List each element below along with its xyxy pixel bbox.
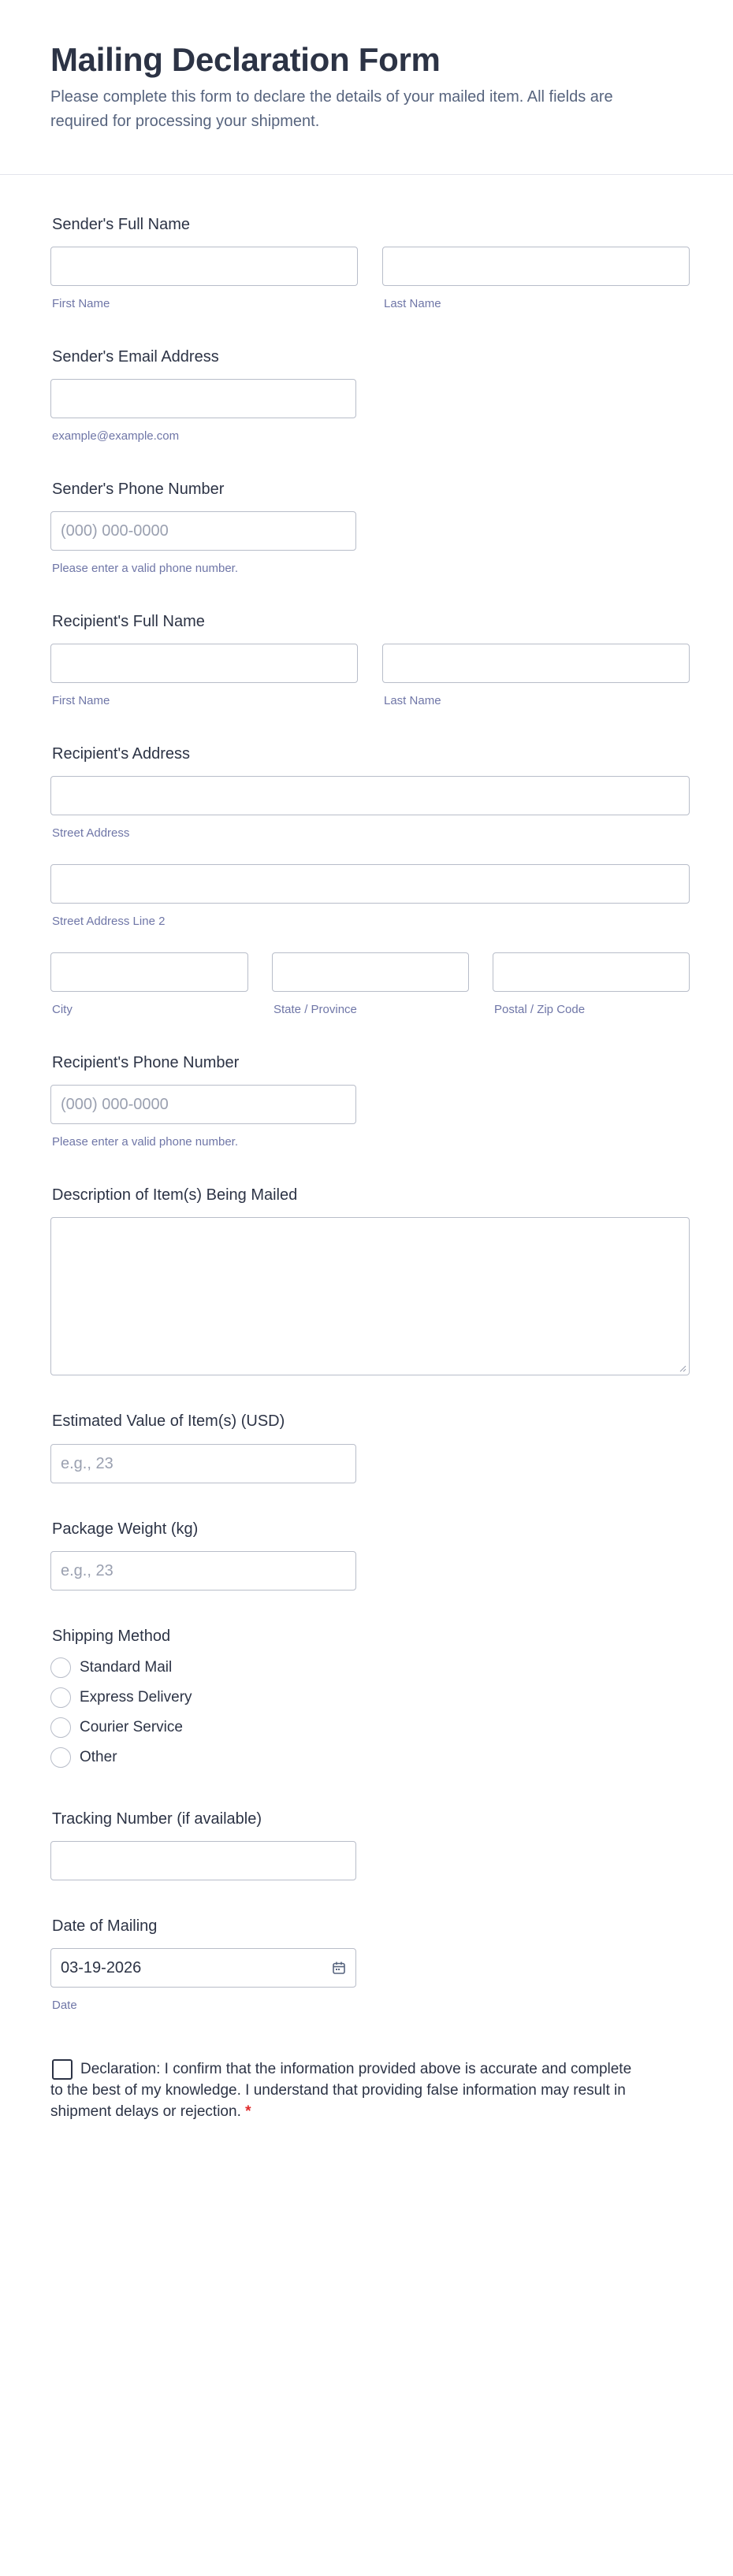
date-of-mailing-label: Date of Mailing — [52, 1917, 158, 1935]
sender-email-label: Sender's Email Address — [52, 348, 219, 366]
city-input[interactable] — [50, 952, 248, 992]
declaration-text-block: Declaration: I confirm that the informat… — [50, 2058, 634, 2122]
sender-email-sublabel: example@example.com — [52, 429, 180, 443]
shipping-method-label: Shipping Method — [52, 1628, 171, 1645]
recipient-last-name-sublabel: Last Name — [384, 694, 441, 707]
date-of-mailing-input[interactable]: 03-19-2026 — [50, 1948, 356, 1988]
street-address-input[interactable] — [50, 776, 690, 815]
sender-phone-label: Sender's Phone Number — [52, 481, 225, 498]
declaration-text: Declaration: I confirm that the informat… — [50, 2061, 632, 2120]
sender-first-name-input[interactable] — [50, 247, 358, 286]
sender-last-name-input[interactable] — [382, 247, 690, 286]
package-weight-label: Package Weight (kg) — [52, 1520, 199, 1538]
recipient-phone-label: Recipient's Phone Number — [52, 1054, 240, 1071]
state-input[interactable] — [272, 952, 469, 992]
radio-other-label: Other — [80, 1749, 117, 1765]
recipient-address-label: Recipient's Address — [52, 745, 191, 763]
state-sublabel: State / Province — [273, 1003, 357, 1016]
recipient-first-name-sublabel: First Name — [52, 694, 110, 707]
sender-name-label: Sender's Full Name — [52, 216, 190, 233]
street-address-sublabel: Street Address — [52, 826, 130, 840]
radio-standard-label: Standard Mail — [80, 1659, 173, 1676]
sender-phone-input[interactable]: (000) 000-0000 — [50, 511, 356, 551]
street-address-line2-sublabel: Street Address Line 2 — [52, 915, 166, 928]
description-textarea[interactable] — [50, 1217, 690, 1375]
package-weight-input[interactable]: e.g., 23 — [50, 1551, 356, 1591]
zip-input[interactable] — [493, 952, 690, 992]
recipient-phone-input[interactable]: (000) 000-0000 — [50, 1085, 356, 1124]
date-sublabel: Date — [52, 1999, 77, 2012]
recipient-phone-sublabel: Please enter a valid phone number. — [52, 1135, 238, 1149]
sender-email-input[interactable] — [50, 379, 356, 418]
recipient-name-label: Recipient's Full Name — [52, 613, 205, 630]
radio-express[interactable] — [50, 1687, 71, 1708]
tracking-number-input[interactable] — [50, 1841, 356, 1880]
required-asterisk: * — [245, 2103, 251, 2120]
radio-express-label: Express Delivery — [80, 1689, 192, 1706]
calendar-icon[interactable] — [332, 1961, 346, 1975]
zip-sublabel: Postal / Zip Code — [494, 1003, 586, 1016]
package-weight-placeholder: e.g., 23 — [61, 1561, 113, 1579]
estimated-value-input[interactable]: e.g., 23 — [50, 1444, 356, 1483]
recipient-last-name-input[interactable] — [382, 644, 690, 683]
radio-courier-label: Courier Service — [80, 1719, 183, 1735]
radio-courier[interactable] — [50, 1717, 71, 1738]
radio-standard[interactable] — [50, 1657, 71, 1678]
form-title: Mailing Declaration Form — [50, 41, 441, 78]
date-value: 03-19-2026 — [61, 1958, 142, 1977]
sender-phone-sublabel: Please enter a valid phone number. — [52, 562, 238, 575]
resize-handle-icon[interactable] — [679, 1364, 686, 1372]
sender-first-name-sublabel: First Name — [52, 297, 110, 310]
estimated-value-placeholder: e.g., 23 — [61, 1454, 113, 1472]
recipient-first-name-input[interactable] — [50, 644, 358, 683]
form-header: Mailing Declaration Form Please complete… — [0, 0, 733, 175]
recipient-phone-placeholder: (000) 000-0000 — [61, 1095, 169, 1113]
estimated-value-label: Estimated Value of Item(s) (USD) — [52, 1412, 285, 1430]
sender-phone-placeholder: (000) 000-0000 — [61, 522, 169, 540]
street-address-line2-input[interactable] — [50, 864, 690, 904]
sender-last-name-sublabel: Last Name — [384, 297, 441, 310]
radio-other[interactable] — [50, 1747, 71, 1768]
description-label: Description of Item(s) Being Mailed — [52, 1186, 298, 1204]
tracking-number-label: Tracking Number (if available) — [52, 1810, 262, 1828]
city-sublabel: City — [52, 1003, 73, 1016]
form-description: Please complete this form to declare the… — [50, 88, 613, 130]
